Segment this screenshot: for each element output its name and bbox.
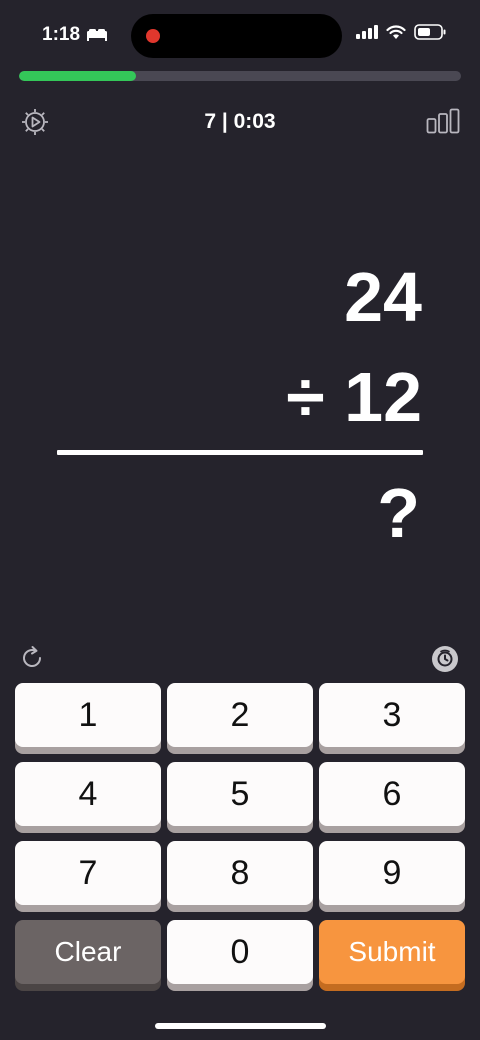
first-operand: 24 bbox=[344, 258, 422, 336]
timer-icon bbox=[437, 649, 453, 667]
bar-chart-icon bbox=[426, 108, 460, 134]
refresh-icon bbox=[23, 646, 41, 667]
progress-fill bbox=[19, 71, 137, 81]
wifi-icon bbox=[386, 24, 406, 39]
submit-button[interactable]: Submit bbox=[319, 920, 465, 984]
progress-bar bbox=[19, 71, 461, 81]
key-4[interactable]: 4 bbox=[15, 762, 161, 826]
answer-display: ? bbox=[377, 474, 420, 552]
equation-divider bbox=[57, 450, 423, 455]
key-9[interactable]: 9 bbox=[319, 841, 465, 905]
stats-button[interactable] bbox=[426, 108, 460, 134]
key-0[interactable]: 0 bbox=[167, 920, 313, 984]
score-timer-label: 7 | 0:03 bbox=[204, 110, 276, 133]
math-drill-screen: 1:18 7 | 0:03 24 ÷ 12 ? 1 2 3 4 5 6 7 8 … bbox=[0, 0, 480, 1040]
battery-icon bbox=[414, 24, 446, 40]
key-5[interactable]: 5 bbox=[167, 762, 313, 826]
status-bar-time: 1:18 bbox=[42, 24, 108, 46]
key-3[interactable]: 3 bbox=[319, 683, 465, 747]
recording-dot-icon bbox=[146, 29, 160, 43]
timer-button[interactable] bbox=[432, 646, 458, 672]
key-2[interactable]: 2 bbox=[167, 683, 313, 747]
bed-icon bbox=[87, 29, 108, 41]
key-6[interactable]: 6 bbox=[319, 762, 465, 826]
status-bar-indicators bbox=[356, 24, 446, 40]
second-operand: ÷ 12 bbox=[286, 358, 422, 436]
key-7[interactable]: 7 bbox=[15, 841, 161, 905]
clock-text: 1:18 bbox=[42, 24, 81, 45]
clear-button[interactable]: Clear bbox=[15, 920, 161, 984]
key-1[interactable]: 1 bbox=[15, 683, 161, 747]
number-keypad: 1 2 3 4 5 6 7 8 9 Clear 0 Submit bbox=[15, 683, 465, 991]
home-indicator[interactable] bbox=[155, 1023, 326, 1029]
refresh-button[interactable] bbox=[18, 644, 46, 672]
key-8[interactable]: 8 bbox=[167, 841, 313, 905]
cellular-signal-icon bbox=[356, 25, 378, 39]
dynamic-island bbox=[131, 14, 342, 58]
